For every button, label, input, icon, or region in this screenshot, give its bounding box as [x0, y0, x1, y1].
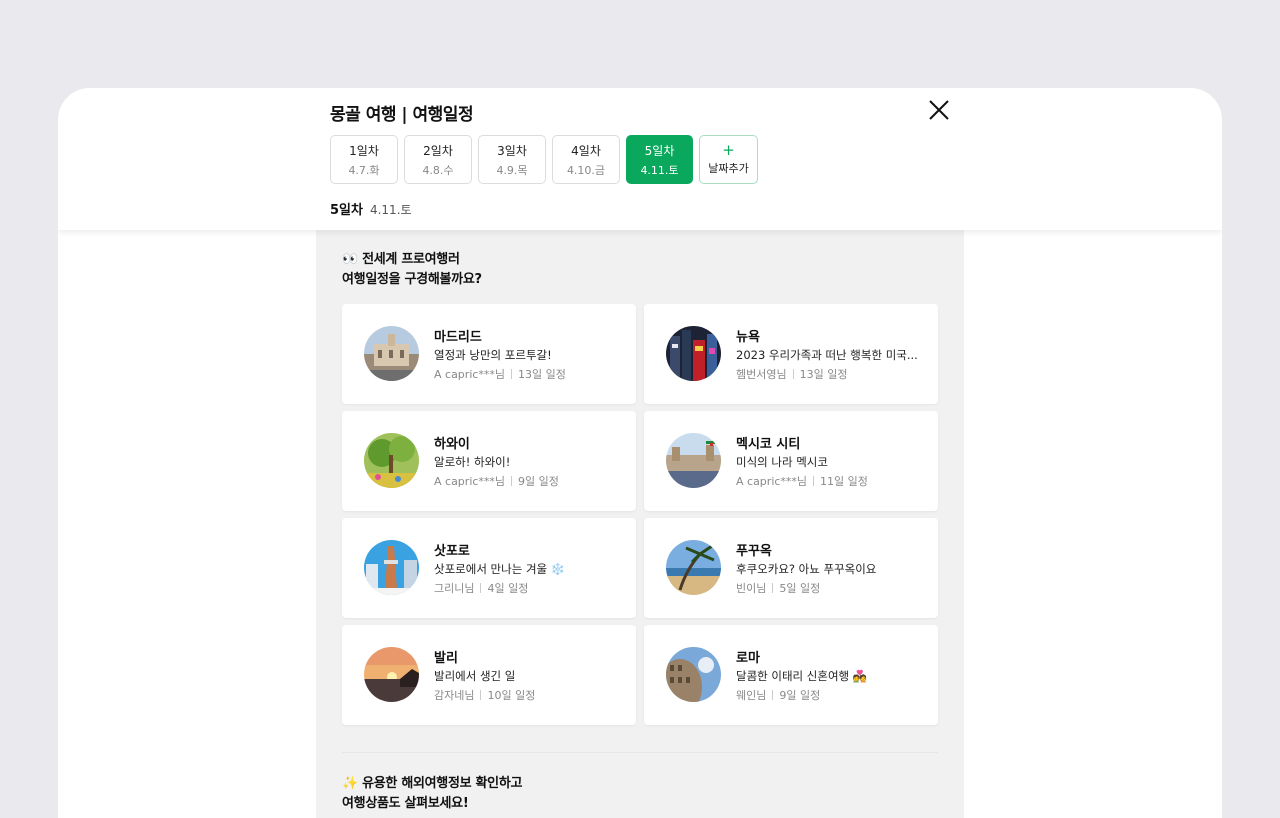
- phuquoc-thumbnail: [666, 540, 721, 595]
- card-description: 알로하! 하와이!: [434, 455, 511, 469]
- card-duration: 9일 일정: [518, 475, 559, 488]
- plus-icon: +: [722, 141, 735, 159]
- meta-divider: [511, 369, 513, 379]
- modal-header: 몽골 여행 | 여행일정 1일차 4.7.화 2일차 4.8.수 3일차 4.9…: [58, 88, 1222, 230]
- tab-day-1[interactable]: 1일차 4.7.화: [330, 135, 398, 184]
- card-description: 삿포로에서 만나는 겨울 ❄️: [434, 562, 566, 576]
- section-divider: [342, 752, 938, 753]
- meta-divider: [813, 476, 815, 486]
- card-meta: 빈이님 5일 일정: [736, 580, 820, 596]
- info-section-title-line2: 여행상품도 살펴보세요!: [342, 796, 469, 811]
- card-title: 삿포로: [434, 544, 470, 559]
- info-section-title: ✨ 유용한 해외여행정보 확인하고 여행상품도 살펴보세요!: [342, 774, 522, 814]
- pro-section-title: 👀 전세계 프로여행러 여행일정을 구경해볼까요?: [342, 250, 482, 290]
- day-label: 4일차: [571, 143, 601, 158]
- card-title: 하와이: [434, 437, 470, 452]
- card-duration: 5일 일정: [779, 582, 821, 595]
- card-author: A capric***님: [736, 475, 808, 488]
- tab-day-3[interactable]: 3일차 4.9.목: [478, 135, 546, 184]
- meta-divider: [792, 369, 794, 379]
- card-duration: 9일 일정: [779, 689, 821, 702]
- current-day-date: 4.11.토: [369, 203, 412, 217]
- card-duration: 13일 일정: [518, 368, 566, 381]
- meta-divider: [772, 690, 774, 700]
- hawaii-thumbnail: [364, 433, 419, 488]
- card-meta: A capric***님 13일 일정: [434, 366, 566, 382]
- rome-thumbnail: [666, 647, 721, 702]
- pro-section-title-line1: 👀 전세계 프로여행러: [342, 252, 460, 267]
- day-date: 4.11.토: [640, 163, 679, 177]
- add-day-button[interactable]: + 날짜추가: [699, 135, 758, 184]
- day-date: 4.10.금: [566, 163, 606, 177]
- card-author: 감자네님: [434, 689, 475, 702]
- bali-thumbnail: [364, 647, 419, 702]
- sapporo-thumbnail: [364, 540, 419, 595]
- card-description: 2023 우리가족과 떠난 행복한 미국...: [736, 348, 918, 362]
- card-author: 웨인님: [736, 689, 767, 702]
- card-meta: A capric***님 11일 일정: [736, 473, 868, 489]
- card-title: 발리: [434, 651, 458, 666]
- meta-divider: [772, 583, 774, 593]
- card-description: 미식의 나라 멕시코: [736, 455, 828, 469]
- day-label: 1일차: [349, 143, 379, 158]
- day-label: 5일차: [644, 143, 675, 158]
- day-label: 2일차: [423, 143, 453, 158]
- card-meta: 감자네님 10일 일정: [434, 687, 535, 703]
- card-title: 푸꾸옥: [736, 544, 772, 559]
- card-description: 발리에서 생긴 일: [434, 669, 516, 683]
- card-meta: 웨인님 9일 일정: [736, 687, 820, 703]
- card-description: 달콤한 이태리 신혼여행 💑: [736, 669, 868, 683]
- card-author: 빈이님: [736, 582, 767, 595]
- meta-divider: [480, 583, 482, 593]
- card-duration: 11일 일정: [820, 475, 868, 488]
- add-day-label: 날짜추가: [708, 162, 749, 175]
- newyork-thumbnail: [666, 326, 721, 381]
- itinerary-card-phuquoc[interactable]: 푸꾸옥 후쿠오카요? 아뇨 푸꾸옥이요 빈이님 5일 일정: [644, 518, 938, 618]
- card-title: 로마: [736, 651, 760, 666]
- card-meta: A capric***님 9일 일정: [434, 473, 559, 489]
- mexico-thumbnail: [666, 433, 721, 488]
- info-section-title-line1: ✨ 유용한 해외여행정보 확인하고: [342, 776, 523, 791]
- close-icon[interactable]: [928, 99, 950, 121]
- card-title: 마드리드: [434, 330, 482, 345]
- itinerary-card-madrid[interactable]: 마드리드 열정과 낭만의 포르투갈! A capric***님 13일 일정: [342, 304, 636, 404]
- itinerary-card-rome[interactable]: 로마 달콤한 이태리 신혼여행 💑 웨인님 9일 일정: [644, 625, 938, 725]
- day-date: 4.7.화: [348, 163, 380, 177]
- tab-day-4[interactable]: 4일차 4.10.금: [552, 135, 620, 184]
- tab-day-2[interactable]: 2일차 4.8.수: [404, 135, 472, 184]
- card-author: A capric***님: [434, 368, 506, 381]
- card-description: 열정과 낭만의 포르투갈!: [434, 348, 552, 362]
- meta-divider: [480, 690, 482, 700]
- recommendation-panel: 👀 전세계 프로여행러 여행일정을 구경해볼까요? 마드리드 열정과 낭만의 포…: [316, 230, 964, 818]
- card-meta: 그리니님 4일 일정: [434, 580, 528, 596]
- tab-day-5[interactable]: 5일차 4.11.토: [626, 135, 693, 184]
- card-duration: 10일 일정: [487, 689, 536, 702]
- itinerary-card-mexico[interactable]: 멕시코 시티 미식의 나라 멕시코 A capric***님 11일 일정: [644, 411, 938, 511]
- card-description: 후쿠오카요? 아뇨 푸꾸옥이요: [736, 562, 877, 576]
- card-author: 헴번서영님: [736, 368, 787, 381]
- current-day-label: 5일차: [330, 203, 363, 218]
- meta-divider: [511, 476, 513, 486]
- itinerary-modal: 몽골 여행 | 여행일정 1일차 4.7.화 2일차 4.8.수 3일차 4.9…: [58, 88, 1222, 818]
- day-tabs: 1일차 4.7.화 2일차 4.8.수 3일차 4.9.목 4일차 4.10.금…: [330, 135, 758, 184]
- page-title: 몽골 여행 | 여행일정: [330, 105, 474, 125]
- card-title: 멕시코 시티: [736, 437, 801, 452]
- itinerary-card-newyork[interactable]: 뉴욕 2023 우리가족과 떠난 행복한 미국... 헴번서영님 13일 일정: [644, 304, 938, 404]
- card-title: 뉴욕: [736, 330, 760, 345]
- current-day: 5일차 4.11.토: [330, 199, 412, 218]
- itinerary-card-sapporo[interactable]: 삿포로 삿포로에서 만나는 겨울 ❄️ 그리니님 4일 일정: [342, 518, 636, 618]
- card-author: 그리니님: [434, 582, 475, 595]
- card-meta: 헴번서영님 13일 일정: [736, 366, 847, 382]
- pro-section-title-line2: 여행일정을 구경해볼까요?: [342, 272, 482, 287]
- card-author: A capric***님: [434, 475, 506, 488]
- day-date: 4.8.수: [422, 163, 454, 177]
- day-label: 3일차: [497, 143, 527, 158]
- madrid-thumbnail: [364, 326, 419, 381]
- card-duration: 4일 일정: [487, 582, 529, 595]
- itinerary-card-hawaii[interactable]: 하와이 알로하! 하와이! A capric***님 9일 일정: [342, 411, 636, 511]
- itinerary-card-bali[interactable]: 발리 발리에서 생긴 일 감자네님 10일 일정: [342, 625, 636, 725]
- card-duration: 13일 일정: [799, 368, 848, 381]
- day-date: 4.9.목: [496, 163, 528, 177]
